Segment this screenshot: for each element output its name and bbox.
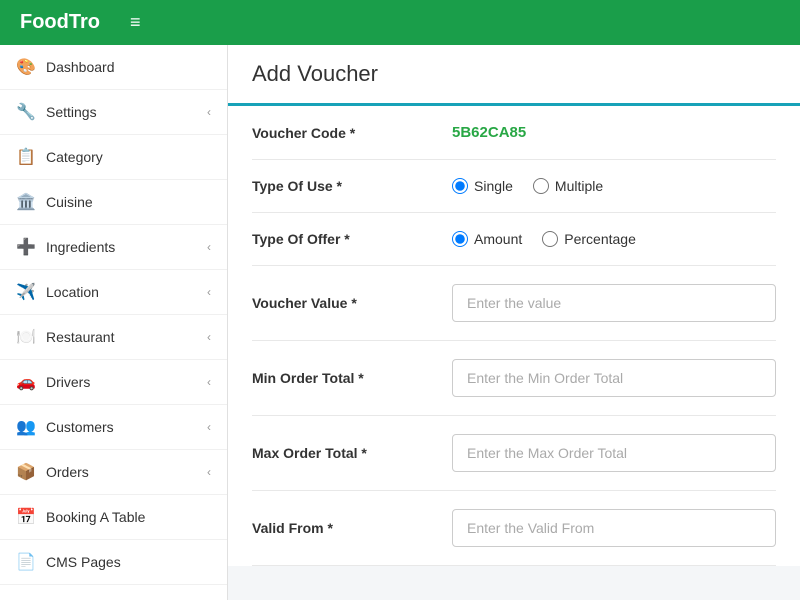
type-of-use-row: Type Of Use * Single Multiple — [252, 160, 776, 213]
sidebar-item-label-category: Category — [46, 149, 211, 165]
sidebar-item-cms[interactable]: 📄 CMS Pages — [0, 540, 227, 585]
form-container: Voucher Code * 5B62CA85 Type Of Use * Si… — [228, 106, 800, 566]
min-order-input[interactable] — [452, 359, 776, 397]
dashboard-icon: 🎨 — [16, 57, 36, 77]
sidebar-item-category[interactable]: 📋 Category — [0, 135, 227, 180]
sidebar-item-restaurant[interactable]: 🍽️ Restaurant ‹ — [0, 315, 227, 360]
percentage-radio[interactable] — [542, 231, 558, 247]
amount-radio[interactable] — [452, 231, 468, 247]
single-radio[interactable] — [452, 178, 468, 194]
sidebar-item-label-ingredients: Ingredients — [46, 239, 207, 255]
settings-icon: 🔧 — [16, 102, 36, 122]
sidebar-item-orders[interactable]: 📦 Orders ‹ — [0, 450, 227, 495]
sidebar-item-label-dashboard: Dashboard — [46, 59, 211, 75]
cms-icon: 📄 — [16, 552, 36, 572]
voucher-value-row: Voucher Value * — [252, 266, 776, 341]
type-of-offer-label: Type Of Offer * — [252, 231, 452, 247]
page-title: Add Voucher — [252, 61, 776, 87]
type-of-offer-group: Amount Percentage — [452, 231, 776, 247]
chevron-icon-ingredients: ‹ — [207, 240, 211, 254]
single-label: Single — [474, 178, 513, 194]
amount-option[interactable]: Amount — [452, 231, 522, 247]
sidebar-item-label-booking: Booking A Table — [46, 509, 211, 525]
min-order-label: Min Order Total * — [252, 370, 452, 386]
sidebar-item-label-cms: CMS Pages — [46, 554, 211, 570]
sidebar-item-label-drivers: Drivers — [46, 374, 207, 390]
drivers-icon: 🚗 — [16, 372, 36, 392]
sidebar-item-cuisine[interactable]: 🏛️ Cuisine — [0, 180, 227, 225]
chevron-icon-drivers: ‹ — [207, 375, 211, 389]
sidebar-item-ingredients[interactable]: ➕ Ingredients ‹ — [0, 225, 227, 270]
logo: FoodTro — [20, 11, 100, 34]
sidebar-item-location[interactable]: ✈️ Location ‹ — [0, 270, 227, 315]
chevron-icon-restaurant: ‹ — [207, 330, 211, 344]
chevron-icon-location: ‹ — [207, 285, 211, 299]
valid-from-input[interactable] — [452, 509, 776, 547]
min-order-row: Min Order Total * — [252, 341, 776, 416]
valid-from-label: Valid From * — [252, 520, 452, 536]
sidebar-item-dashboard[interactable]: 🎨 Dashboard — [0, 45, 227, 90]
percentage-option[interactable]: Percentage — [542, 231, 636, 247]
customers-icon: 👥 — [16, 417, 36, 437]
voucher-code-value: 5B62CA85 — [452, 124, 526, 141]
layout: 🎨 Dashboard 🔧 Settings ‹ 📋 Category 🏛️ C… — [0, 45, 800, 600]
multiple-label: Multiple — [555, 178, 603, 194]
header: FoodTro ≡ — [0, 0, 800, 45]
sidebar-item-label-orders: Orders — [46, 464, 207, 480]
valid-from-row: Valid From * — [252, 491, 776, 566]
cuisine-icon: 🏛️ — [16, 192, 36, 212]
page-header: Add Voucher — [228, 45, 800, 106]
sidebar-item-booking[interactable]: 📅 Booking A Table — [0, 495, 227, 540]
voucher-value-label: Voucher Value * — [252, 295, 452, 311]
type-of-use-group: Single Multiple — [452, 178, 776, 194]
restaurant-icon: 🍽️ — [16, 327, 36, 347]
single-option[interactable]: Single — [452, 178, 513, 194]
location-icon: ✈️ — [16, 282, 36, 302]
multiple-radio[interactable] — [533, 178, 549, 194]
max-order-input[interactable] — [452, 434, 776, 472]
voucher-code-label: Voucher Code * — [252, 125, 452, 141]
sidebar-item-settings[interactable]: 🔧 Settings ‹ — [0, 90, 227, 135]
sidebar-item-label-settings: Settings — [46, 104, 207, 120]
voucher-value-input[interactable] — [452, 284, 776, 322]
sidebar-item-drivers[interactable]: 🚗 Drivers ‹ — [0, 360, 227, 405]
amount-label: Amount — [474, 231, 522, 247]
hamburger-icon[interactable]: ≡ — [130, 12, 141, 33]
type-of-offer-row: Type Of Offer * Amount Percentage — [252, 213, 776, 266]
max-order-label: Max Order Total * — [252, 445, 452, 461]
sidebar-item-label-cuisine: Cuisine — [46, 194, 211, 210]
max-order-row: Max Order Total * — [252, 416, 776, 491]
category-icon: 📋 — [16, 147, 36, 167]
ingredients-icon: ➕ — [16, 237, 36, 257]
orders-icon: 📦 — [16, 462, 36, 482]
chevron-icon-customers: ‹ — [207, 420, 211, 434]
booking-icon: 📅 — [16, 507, 36, 527]
percentage-label: Percentage — [564, 231, 636, 247]
voucher-code-row: Voucher Code * 5B62CA85 — [252, 106, 776, 160]
sidebar: 🎨 Dashboard 🔧 Settings ‹ 📋 Category 🏛️ C… — [0, 45, 228, 600]
multiple-option[interactable]: Multiple — [533, 178, 603, 194]
sidebar-item-label-customers: Customers — [46, 419, 207, 435]
type-of-use-label: Type Of Use * — [252, 178, 452, 194]
chevron-icon-settings: ‹ — [207, 105, 211, 119]
main-content: Add Voucher Voucher Code * 5B62CA85 Type… — [228, 45, 800, 600]
sidebar-item-label-restaurant: Restaurant — [46, 329, 207, 345]
sidebar-item-customers[interactable]: 👥 Customers ‹ — [0, 405, 227, 450]
sidebar-item-label-location: Location — [46, 284, 207, 300]
chevron-icon-orders: ‹ — [207, 465, 211, 479]
